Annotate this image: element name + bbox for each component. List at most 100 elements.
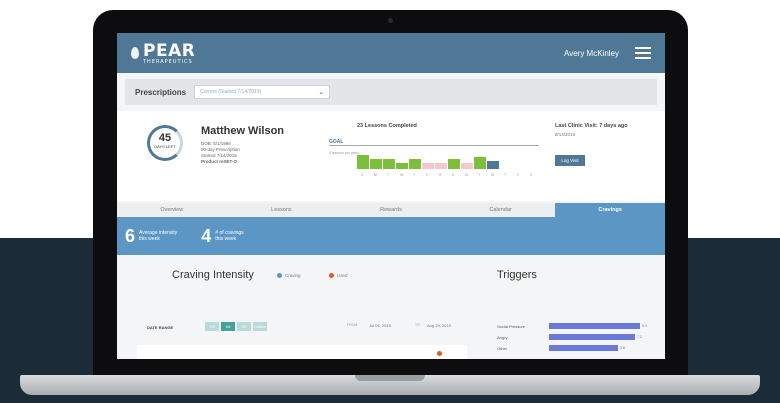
lesson-day-cell [370, 159, 382, 169]
prescriptions-label: Prescriptions [135, 87, 187, 97]
trigger-row: Social Pressure 9.3 [497, 323, 647, 329]
lesson-day-cell [396, 163, 408, 169]
lesson-day-cell [383, 159, 395, 169]
brand-sub: THERAPEUTICS [143, 59, 193, 65]
legend-used: Used [329, 273, 348, 278]
trigger-value: 7.2 [637, 335, 642, 339]
top-bar: PEAR THERAPEUTICS Avery McKinley [117, 33, 665, 73]
stat-1: 4 # of cravings this week [201, 226, 243, 247]
stat-value: 6 [125, 225, 136, 246]
day-tick: M [374, 173, 377, 177]
trigger-value: 5.8 [620, 346, 625, 350]
trigger-bar [549, 334, 635, 340]
patient-started: Started 7/14/2019 [201, 153, 237, 158]
camera-icon [388, 18, 393, 23]
from-date-input[interactable]: Jul 01, 2019 [369, 323, 391, 331]
legend-dot-icon [277, 273, 282, 278]
legend-craving: Craving [277, 273, 301, 278]
used-point [437, 351, 442, 356]
day-tick: T [504, 173, 507, 177]
tab-rewards[interactable]: Rewards [336, 203, 446, 217]
log-visit-button[interactable]: Log Visit [555, 155, 585, 166]
range-button-1m[interactable]: 1M [221, 322, 235, 331]
days-left-label: DAYS LEFT [154, 144, 176, 149]
menu-icon[interactable] [635, 47, 651, 59]
trigger-value: 9.3 [642, 324, 647, 328]
day-tick: S [361, 173, 364, 177]
triggers-title: Triggers [497, 269, 537, 281]
patient-product: Product reSET-O [201, 159, 238, 164]
days-left-ring: 45 DAYS LEFT [147, 125, 183, 161]
lesson-day-cell [448, 159, 460, 169]
patient-rx-length: 90-day Prescription [201, 147, 240, 152]
goal-line [329, 145, 539, 146]
day-tick: T [478, 173, 481, 177]
lesson-day-cell [474, 157, 486, 169]
lesson-day-cell [357, 155, 369, 169]
last-visit-date: 8/14/2019 [555, 132, 576, 137]
prescriptions-select[interactable]: Current (Started 7/14/2019) ⌄ [194, 85, 331, 99]
legend-dot-icon [329, 273, 334, 278]
trigger-row: Other 5.8 [497, 345, 625, 351]
day-tick: W [491, 173, 495, 177]
lesson-day-cell [461, 163, 473, 169]
app-screen: PEAR THERAPEUTICS Avery McKinley Prescri… [117, 33, 665, 359]
laptop-base [20, 375, 760, 395]
trigger-bar [549, 345, 618, 351]
stat-0: 6 Average intensity this week [125, 226, 177, 247]
day-tick: S [439, 173, 442, 177]
goal-sub: 3 lessons per week [329, 151, 359, 155]
patient-summary: 45 DAYS LEFT Matthew Wilson DOB: 5/1/198… [117, 111, 665, 201]
day-tick: S [530, 173, 533, 177]
lesson-day-cell [422, 163, 434, 169]
patient-dob: DOB: 5/1/1986 [201, 141, 231, 146]
trigger-row: Angry 7.2 [497, 334, 642, 340]
trigger-label: Angry [497, 334, 508, 340]
trigger-bar [549, 323, 640, 329]
day-tick: T [387, 173, 390, 177]
last-visit-title: Last Clinic Visit: 7 days ago [555, 123, 628, 129]
range-button-3m[interactable]: 3M [237, 322, 251, 331]
day-tick: S [452, 173, 455, 177]
prescriptions-bar: Prescriptions Current (Started 7/14/2019… [125, 79, 657, 105]
craving-panel: Craving Intensity Craving Used DATE RANG… [117, 259, 665, 359]
lesson-day-cell [409, 159, 421, 169]
stat-value: 4 [201, 225, 212, 246]
trigger-label: Other [497, 345, 508, 351]
prescriptions-selected: Current (Started 7/14/2019) [200, 89, 262, 95]
days-left-value: 45 [158, 132, 172, 144]
range-button-1w[interactable]: 1W [205, 322, 219, 331]
to-label: TO [415, 323, 420, 327]
tab-lessons[interactable]: Lessons [227, 203, 337, 217]
lesson-day-cell [487, 161, 499, 169]
chevron-down-icon: ⌄ [318, 89, 325, 96]
lesson-day-cell [435, 163, 447, 169]
legend-used-label: Used [337, 273, 348, 278]
user-name[interactable]: Avery McKinley [564, 49, 619, 58]
base-notch [355, 375, 425, 381]
day-tick: M [465, 173, 468, 177]
pear-logo-icon [131, 47, 139, 59]
stat-label: Average intensity this week [139, 230, 178, 242]
stats-bar: 6 Average intensity this week 4 # of craving… [117, 217, 665, 255]
tab-cravings[interactable]: Cravings [555, 203, 665, 217]
stat-label: # of cravings this week [215, 230, 244, 242]
brand-name: PEAR [143, 41, 196, 61]
patient-name: Matthew Wilson [201, 125, 285, 137]
date-range-label: DATE RANGE [147, 325, 174, 330]
day-tick: W [400, 173, 404, 177]
from-label: FROM [347, 323, 358, 327]
range-button-custom[interactable]: Custom [253, 322, 267, 331]
day-tick: T [413, 173, 416, 177]
day-tick: F [426, 173, 429, 177]
lessons-title: 23 Lessons Completed [357, 123, 417, 129]
trigger-label: Social Pressure [497, 323, 526, 329]
day-tick: F [517, 173, 520, 177]
brand-logo[interactable]: PEAR THERAPEUTICS [131, 41, 195, 65]
tab-overview[interactable]: Overview [117, 203, 227, 217]
laptop-mockup: PEAR THERAPEUTICS Avery McKinley Prescri… [0, 0, 780, 403]
tab-calendar[interactable]: Calendar [446, 203, 556, 217]
legend-craving-label: Craving [285, 273, 301, 278]
craving-intensity-title: Craving Intensity [172, 269, 254, 281]
to-date-input[interactable]: Aug 29, 2019 [427, 323, 451, 331]
